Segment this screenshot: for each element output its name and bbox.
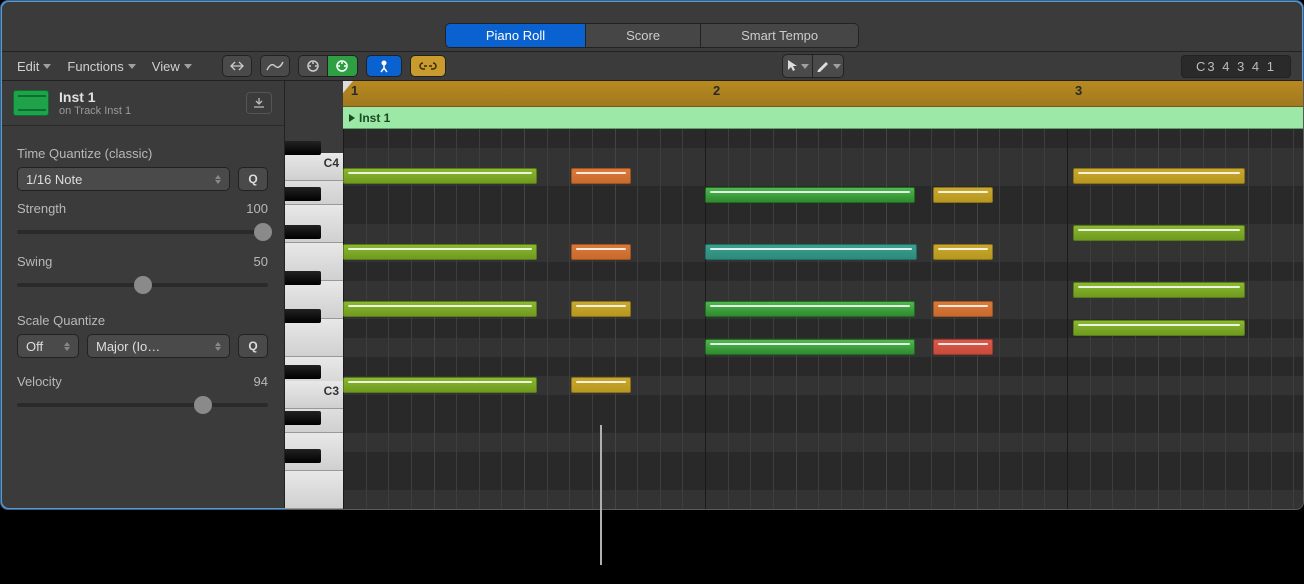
tool-selector — [782, 54, 844, 78]
region-icon — [13, 90, 49, 116]
midi-note[interactable] — [571, 377, 631, 393]
velocity-label: Velocity — [17, 374, 62, 389]
automation-icon[interactable] — [260, 55, 290, 77]
region-subtitle: on Track Inst 1 — [59, 105, 131, 117]
midi-note[interactable] — [1073, 225, 1245, 241]
midi-note[interactable] — [705, 244, 917, 260]
time-quantize-select[interactable]: 1/16 Note — [17, 167, 230, 191]
view-menu[interactable]: View — [148, 57, 196, 76]
edit-menu[interactable]: Edit — [13, 57, 55, 76]
region-header[interactable]: Inst 1 — [343, 107, 1303, 129]
midi-note[interactable] — [1073, 320, 1245, 336]
link-icon[interactable] — [410, 55, 446, 77]
swing-label: Swing — [17, 254, 52, 269]
midi-filter-icon[interactable] — [366, 55, 402, 77]
velocity-slider[interactable] — [17, 393, 268, 417]
strength-slider[interactable] — [17, 220, 268, 244]
midi-note[interactable] — [571, 244, 631, 260]
midi-out-icon[interactable] — [328, 55, 358, 77]
strength-label: Strength — [17, 201, 66, 216]
pointer-tool[interactable] — [783, 55, 813, 77]
midi-note[interactable] — [933, 301, 993, 317]
callout-line — [600, 425, 602, 565]
midi-note[interactable] — [705, 339, 915, 355]
tab-piano-roll[interactable]: Piano Roll — [446, 24, 586, 47]
midi-note[interactable] — [343, 244, 537, 260]
inspector: Inst 1 on Track Inst 1 Time Quantize (cl… — [1, 81, 285, 509]
tab-smart-tempo[interactable]: Smart Tempo — [701, 24, 858, 47]
velocity-value: 94 — [254, 374, 268, 389]
scale-quantize-button[interactable]: Q — [238, 334, 268, 358]
midi-note[interactable] — [1073, 282, 1245, 298]
midi-note[interactable] — [933, 339, 993, 355]
import-icon[interactable] — [246, 92, 272, 114]
scale-type-select[interactable]: Major (Io… — [87, 334, 230, 358]
region-name: Inst 1 — [59, 89, 131, 105]
pencil-tool[interactable] — [813, 55, 843, 77]
editor-tabs: Piano Roll Score Smart Tempo — [445, 23, 859, 48]
midi-note[interactable] — [343, 168, 537, 184]
midi-note[interactable] — [571, 301, 631, 317]
tab-score[interactable]: Score — [586, 24, 701, 47]
midi-note[interactable] — [933, 244, 993, 260]
swing-value: 50 — [254, 254, 268, 269]
scale-quantize-label: Scale Quantize — [17, 313, 268, 328]
titlebar: Piano Roll Score Smart Tempo — [1, 1, 1303, 51]
time-quantize-label: Time Quantize (classic) — [17, 146, 268, 161]
note-grid[interactable]: 1 2 3 Inst 1 — [343, 81, 1303, 509]
ruler[interactable]: 1 2 3 — [343, 81, 1303, 107]
swing-slider[interactable] — [17, 273, 268, 297]
collapse-icon[interactable] — [222, 55, 252, 77]
midi-note[interactable] — [705, 301, 915, 317]
midi-note[interactable] — [343, 301, 537, 317]
play-icon — [349, 114, 355, 122]
quantize-button[interactable]: Q — [238, 167, 268, 191]
position-display[interactable]: C3 4 3 4 1 — [1181, 55, 1291, 78]
piano-keyboard[interactable] — [285, 81, 343, 509]
midi-note[interactable] — [933, 187, 993, 203]
strength-value: 100 — [246, 201, 268, 216]
midi-note[interactable] — [705, 187, 915, 203]
midi-note[interactable] — [1073, 168, 1245, 184]
toolbar: Edit Functions View C3 4 3 4 1 — [1, 51, 1303, 81]
scale-enable-select[interactable]: Off — [17, 334, 79, 358]
midi-note[interactable] — [571, 168, 631, 184]
midi-in-icon[interactable] — [298, 55, 328, 77]
midi-note[interactable] — [343, 377, 537, 393]
functions-menu[interactable]: Functions — [63, 57, 139, 76]
